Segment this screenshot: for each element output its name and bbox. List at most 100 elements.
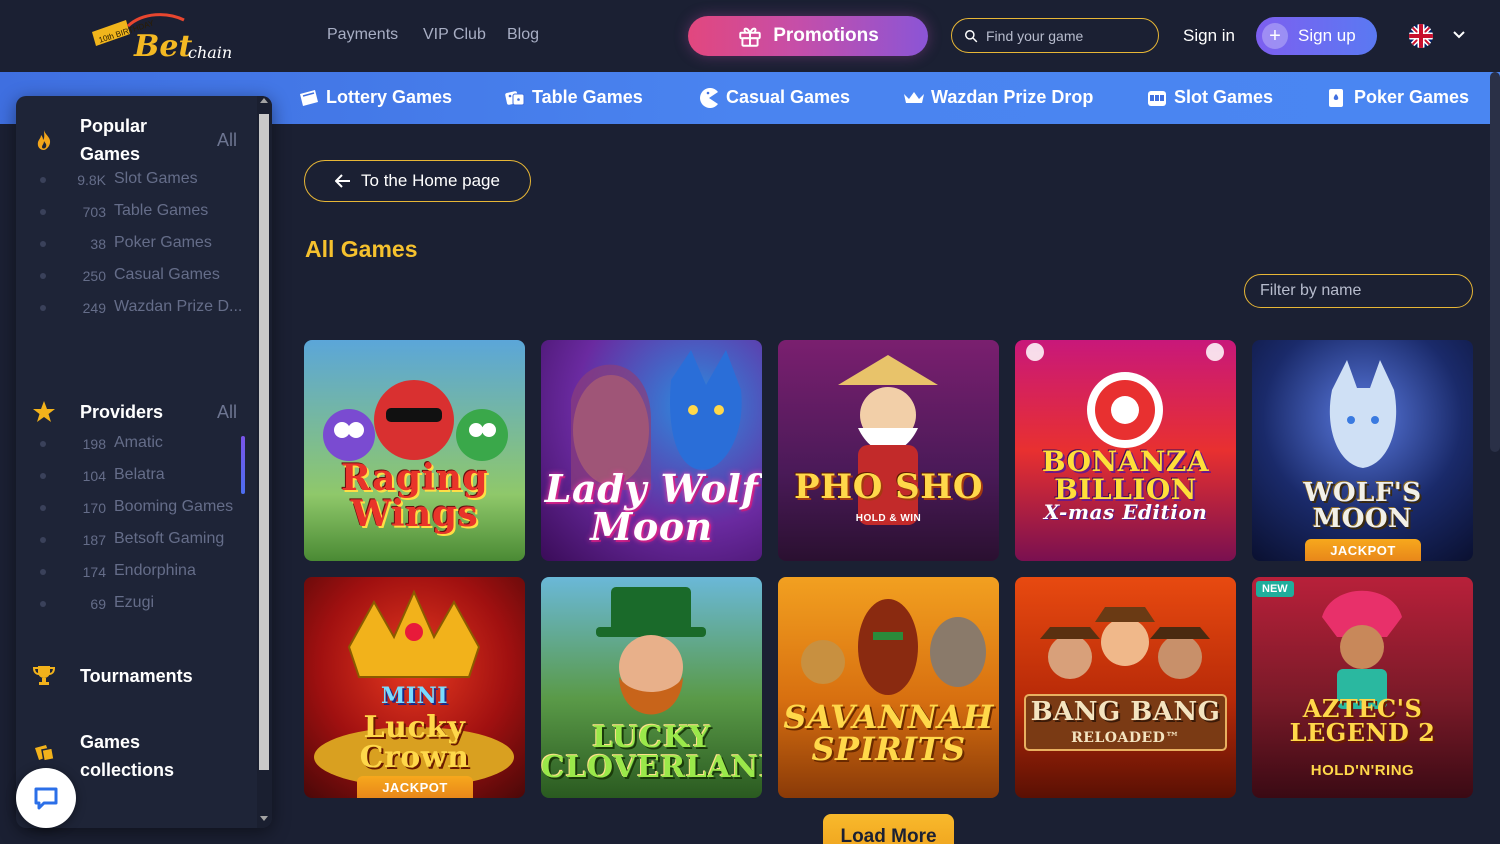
game-title: Raging Wings — [340, 457, 489, 535]
lottery-ticket-icon — [300, 89, 318, 106]
category-table-games[interactable]: Table Games — [504, 87, 643, 108]
providers-all-link[interactable]: All — [217, 402, 237, 423]
chevron-down-icon[interactable] — [1452, 28, 1466, 42]
game-title: BONANZA BILLION — [1041, 445, 1210, 506]
signup-label: Sign up — [1298, 26, 1356, 45]
live-chat-button[interactable] — [16, 768, 76, 828]
game-subtitle: X-mas Edition — [1043, 500, 1208, 524]
betchain-logo[interactable]: 10th BIRTHDAY Bet chain — [88, 12, 238, 64]
category-wazdan-prize-drop[interactable]: Wazdan Prize Drop — [903, 87, 1093, 108]
promotions-label: Promotions — [773, 25, 879, 46]
popular-all-link[interactable]: All — [217, 130, 237, 151]
dice-icon — [505, 90, 525, 105]
trophy-icon — [32, 666, 56, 685]
home-page-button[interactable]: To the Home page — [304, 160, 531, 202]
game-tile-lucky-cloverland[interactable]: LUCKY CLOVERLAND — [541, 577, 762, 798]
item-count: 703 — [82, 204, 106, 220]
game-subtitle: HOLD'N'RING — [1310, 762, 1415, 779]
load-more-button[interactable]: Load More — [823, 814, 954, 844]
game-tile-aztecs-legend-2[interactable]: NEW AZTEC'S LEGEND 2 HOLD'N'RING — [1252, 577, 1473, 798]
sidebar-item-table-games[interactable]: 703 Table Games — [16, 200, 252, 224]
category-label: Wazdan Prize Drop — [931, 87, 1094, 107]
category-label: Slot Games — [1174, 87, 1274, 107]
page-scrollbar[interactable] — [1490, 72, 1500, 452]
games-collections-link[interactable]: Games collections — [80, 728, 210, 784]
new-badge: NEW — [1256, 581, 1294, 597]
gift-icon — [739, 27, 761, 47]
game-tile-pho-sho[interactable]: PHO SHO HOLD & WIN — [778, 340, 999, 561]
sidebar-item-belatra[interactable]: 104 Belatra — [16, 464, 252, 488]
sidebar-item-booming-games[interactable]: 170 Booming Games — [16, 496, 252, 520]
game-tile-lady-wolf-moon[interactable]: Lady Wolf Moon — [541, 340, 762, 561]
item-label: Ezugi — [114, 594, 155, 611]
item-count: 38 — [90, 236, 106, 252]
category-slot-games[interactable]: Slot Games — [1146, 87, 1273, 108]
category-casual-games[interactable]: Casual Games — [698, 87, 850, 108]
arrow-left-icon — [335, 174, 351, 188]
item-count: 69 — [90, 596, 106, 612]
category-lottery-games[interactable]: Lottery Games — [298, 87, 452, 108]
plus-icon: + — [1262, 23, 1288, 49]
item-label: Casual Games — [114, 266, 220, 283]
popular-games-heading: Popular Games — [80, 116, 148, 164]
item-count: 174 — [82, 564, 106, 580]
game-title: WOLF'S MOON — [1303, 478, 1422, 534]
sidebar-item-wazdan-prize-drop[interactable]: 249 Wazdan Prize D... — [16, 296, 252, 320]
search-box[interactable] — [951, 18, 1159, 53]
sidebar-item-betsoft-gaming[interactable]: 187 Betsoft Gaming — [16, 528, 252, 552]
game-tile-lucky-crown[interactable]: MINI Lucky Crown JACKPOT — [304, 577, 525, 798]
sidebar-item-amatic[interactable]: 198 Amatic — [16, 432, 252, 456]
sidebar-item-casual-games[interactable]: 250 Casual Games — [16, 264, 252, 288]
game-art — [1015, 577, 1236, 798]
sidebar-item-ezugi[interactable]: 69 Ezugi — [16, 592, 252, 616]
game-tile-savannah-spirits[interactable]: SAVANNAH SPIRITS — [778, 577, 999, 798]
search-icon — [965, 29, 978, 42]
item-count: 9.8K — [77, 172, 106, 188]
game-subtitle: RELOADED™ — [1071, 730, 1180, 746]
game-title: SAVANNAH SPIRITS — [783, 698, 994, 768]
collection-icon — [35, 745, 55, 762]
jackpot-badge: JACKPOT — [1305, 539, 1421, 561]
item-count: 249 — [82, 300, 106, 316]
game-title: BANG BANG — [1030, 697, 1221, 727]
nav-payments[interactable]: Payments — [327, 26, 398, 44]
filter-box[interactable] — [1244, 274, 1473, 308]
sidebar: Popular Games All 9.8K Slot Games 703 Ta… — [16, 96, 272, 828]
crown-icon — [904, 91, 924, 103]
sidebar-scrollbar[interactable] — [257, 96, 272, 828]
game-title: PHO SHO — [794, 467, 983, 507]
game-tile-raging-wings[interactable]: Raging Wings — [304, 340, 525, 561]
category-poker-games[interactable]: Poker Games — [1326, 87, 1469, 108]
item-count: 198 — [82, 436, 106, 452]
tournaments-link[interactable]: Tournaments — [80, 662, 193, 690]
nav-blog[interactable]: Blog — [507, 26, 539, 44]
signin-link[interactable]: Sign in — [1183, 26, 1235, 46]
nav-vip-club[interactable]: VIP Club — [423, 26, 486, 44]
signup-button[interactable]: + Sign up — [1256, 17, 1377, 55]
search-input[interactable] — [986, 27, 1146, 44]
scroll-up-icon[interactable] — [260, 98, 268, 103]
svg-text:chain: chain — [188, 43, 232, 62]
item-label: Wazdan Prize D... — [114, 298, 242, 315]
game-tile-wolfs-moon[interactable]: WOLF'S MOON JACKPOT — [1252, 340, 1473, 561]
sidebar-item-endorphina[interactable]: 174 Endorphina — [16, 560, 252, 584]
category-label: Table Games — [532, 87, 643, 107]
uk-flag-icon[interactable] — [1409, 24, 1433, 48]
item-count: 187 — [82, 532, 106, 548]
scrollbar-thumb[interactable] — [259, 114, 269, 770]
item-label: Slot Games — [114, 170, 198, 187]
scroll-down-icon[interactable] — [260, 816, 268, 821]
promotions-button[interactable]: Promotions — [688, 16, 928, 56]
pacman-icon — [700, 87, 718, 108]
home-button-label: To the Home page — [361, 171, 500, 190]
svg-text:Bet: Bet — [133, 29, 192, 64]
providers-heading: Providers — [80, 402, 164, 422]
sidebar-item-poker-games[interactable]: 38 Poker Games — [16, 232, 252, 256]
game-tile-bonanza-billion[interactable]: BONANZA BILLION X-mas Edition — [1015, 340, 1236, 561]
sidebar-item-slot-games[interactable]: 9.8K Slot Games — [16, 168, 252, 192]
filter-input[interactable] — [1260, 282, 1460, 300]
top-header: 10th BIRTHDAY Bet chain Payments VIP Clu… — [0, 0, 1500, 72]
item-label: Poker Games — [114, 234, 212, 251]
game-tile-bang-bang[interactable]: BANG BANG RELOADED™ — [1015, 577, 1236, 798]
game-title: LUCKY CLOVERLAND — [541, 720, 762, 785]
